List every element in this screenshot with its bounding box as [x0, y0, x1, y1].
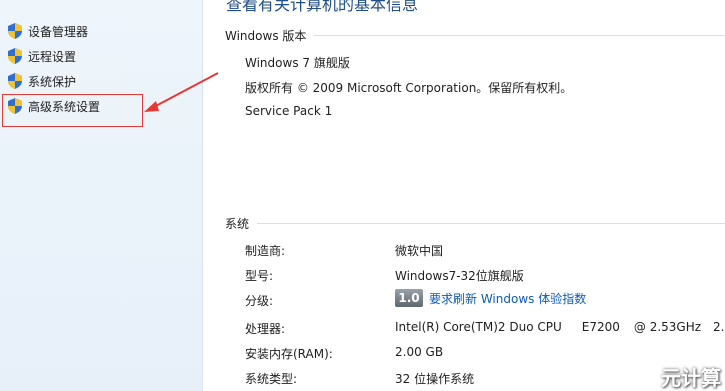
processor-value: Intel(R) Core(TM)2 Duo CPU E7200 @ 2.53G… [395, 320, 725, 334]
refresh-experience-index-link[interactable]: 要求刷新 Windows 体验指数 [429, 290, 586, 307]
sidebar-item-device-manager[interactable]: 设备管理器 [8, 20, 88, 42]
section-title: 系统 [225, 217, 250, 231]
section-divider [314, 35, 725, 36]
cpu-model: Intel(R) Core(TM)2 Duo CPU [395, 320, 562, 334]
windows-edition-section-header: Windows 版本 [225, 27, 725, 44]
rating-value: 1.0 要求刷新 Windows 体验指数 [395, 289, 586, 307]
left-task-pane: 设备管理器 远程设置 系统保护 高级系统设置 [0, 0, 203, 391]
section-divider [257, 223, 725, 224]
shield-icon [8, 73, 22, 89]
ram-value: 2.00 GB [395, 345, 444, 359]
sidebar-item-system-protection[interactable]: 系统保护 [8, 70, 76, 92]
sidebar-item-remote-settings[interactable]: 远程设置 [8, 45, 76, 67]
model-label: 型号: [245, 269, 274, 283]
system-section-header: 系统 [225, 215, 725, 232]
cpu-speed: @ 2.53GHz [633, 320, 702, 334]
system-type-label: 系统类型: [245, 372, 298, 386]
cpu-extra: 2.53 [713, 320, 725, 334]
ram-label: 安装内存(RAM): [245, 347, 333, 361]
sidebar-item-label: 远程设置 [28, 49, 77, 64]
service-pack: Service Pack 1 [245, 104, 333, 118]
copyright-text: 版权所有 © 2009 Microsoft Corporation。保留所有权利… [245, 81, 573, 95]
windows-edition: Windows 7 旗舰版 [245, 56, 350, 70]
rating-label: 分级: [245, 294, 274, 308]
section-title: Windows 版本 [225, 29, 307, 43]
main-content: 查看有关计算机的基本信息 Windows 版本 Windows 7 旗舰版 版权… [204, 0, 725, 391]
highlight-box [2, 94, 143, 127]
manufacturer-label: 制造商: [245, 244, 286, 258]
processor-label: 处理器: [245, 322, 286, 336]
manufacturer-value: 微软中国 [395, 244, 444, 258]
experience-index-badge: 1.0 [395, 289, 423, 307]
sidebar-item-label: 设备管理器 [28, 24, 89, 39]
watermark: 元计算 [661, 366, 721, 390]
shield-icon [8, 23, 22, 39]
model-value: Windows7-32位旗舰版 [395, 269, 524, 283]
shield-icon [8, 48, 22, 64]
sidebar-item-label: 系统保护 [28, 74, 77, 89]
page-title: 查看有关计算机的基本信息 [226, 0, 419, 14]
system-type-value: 32 位操作系统 [395, 372, 475, 386]
cpu-id: E7200 [581, 320, 620, 334]
